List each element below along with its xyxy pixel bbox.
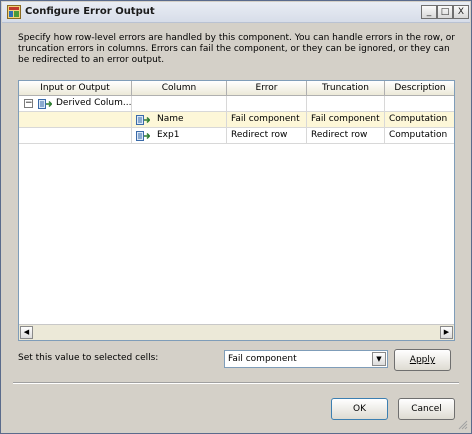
window-title: Configure Error Output (25, 6, 155, 17)
set-value-dropdown[interactable]: Fail component ▼ (224, 350, 388, 368)
apply-button-label: Apply (409, 355, 436, 365)
cell-column-label: Name (157, 114, 184, 124)
cancel-button[interactable]: Cancel (398, 398, 455, 420)
table-row[interactable]: − Derived Colum... (19, 96, 454, 112)
scroll-left-icon[interactable]: ◀ (20, 326, 33, 339)
cell-input-or-output-label: Derived Colum... (56, 98, 132, 108)
cell-description[interactable]: Computation (385, 112, 454, 128)
cell-input-or-output[interactable]: − Derived Colum... (19, 96, 132, 112)
scroll-right-icon[interactable]: ▶ (440, 326, 453, 339)
horizontal-scrollbar[interactable]: ◀ ▶ (19, 324, 454, 340)
cell-column-label: Exp1 (157, 130, 180, 140)
column-header-column[interactable]: Column (132, 81, 227, 96)
cell-description[interactable] (385, 96, 454, 112)
table-row[interactable]: Name Fail component Fail component Compu… (19, 112, 454, 128)
ok-button[interactable]: OK (331, 398, 388, 420)
column-header-description[interactable]: Description (385, 81, 454, 96)
divider (13, 382, 459, 384)
table-row[interactable]: Exp1 Redirect row Redirect row Computati… (19, 128, 454, 144)
collapse-icon[interactable]: − (24, 99, 33, 108)
description-text: Specify how row-level errors are handled… (18, 33, 456, 65)
ssis-app-icon (7, 5, 21, 19)
cell-truncation[interactable] (307, 96, 385, 112)
column-header-input-or-output[interactable]: Input or Output (19, 81, 132, 96)
set-value-label: Set this value to selected cells: (18, 353, 159, 363)
derived-column-icon (38, 99, 52, 109)
column-header-truncation[interactable]: Truncation (307, 81, 385, 96)
cell-column[interactable] (132, 96, 227, 112)
cell-error[interactable]: Fail component (227, 112, 307, 128)
cell-input-or-output[interactable] (19, 112, 132, 128)
cell-description[interactable]: Computation (385, 128, 454, 144)
cell-input-or-output[interactable] (19, 128, 132, 144)
cell-truncation[interactable]: Fail component (307, 112, 385, 128)
cell-truncation[interactable]: Redirect row (307, 128, 385, 144)
cell-column[interactable]: Name (132, 112, 227, 128)
chevron-down-icon[interactable]: ▼ (372, 352, 386, 366)
column-icon (136, 115, 150, 125)
cell-error[interactable] (227, 96, 307, 112)
maximize-button[interactable]: □ (437, 5, 453, 19)
resize-grip-icon[interactable] (458, 420, 468, 430)
apply-button[interactable]: Apply (394, 349, 451, 371)
column-icon (136, 131, 150, 141)
configure-error-output-dialog: Configure Error Output _ □ X Specify how… (0, 0, 472, 434)
cell-column[interactable]: Exp1 (132, 128, 227, 144)
cell-error[interactable]: Redirect row (227, 128, 307, 144)
title-bar[interactable]: Configure Error Output _ □ X (2, 2, 470, 23)
set-value-selected: Fail component (228, 354, 297, 364)
error-output-grid[interactable]: Input or Output Column Error Truncation … (18, 80, 455, 341)
close-button[interactable]: X (453, 5, 469, 19)
minimize-button[interactable]: _ (421, 5, 437, 19)
column-header-error[interactable]: Error (227, 81, 307, 96)
